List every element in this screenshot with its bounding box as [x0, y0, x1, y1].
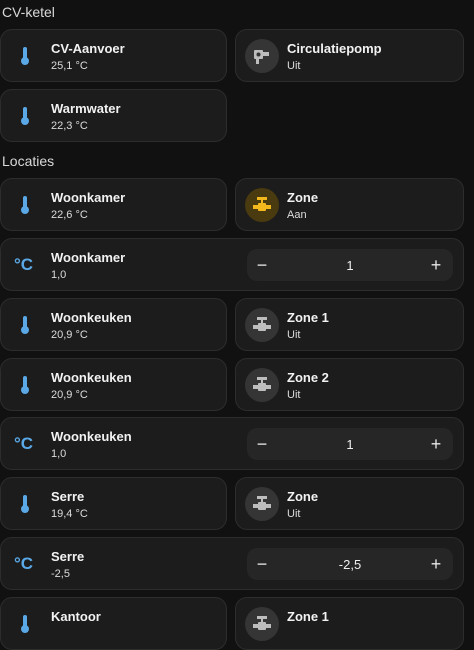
celsius-icon: °C	[14, 255, 34, 274]
card-name: Zone 2	[287, 370, 329, 385]
increment-button[interactable]: +	[421, 249, 451, 281]
valve-icon	[245, 607, 279, 641]
offset-stepper: − -2,5 +	[247, 548, 453, 580]
card-state: Uit	[287, 329, 301, 341]
card-woonkamer-zone[interactable]: Zone Aan	[235, 178, 464, 231]
card-cv-aanvoer[interactable]: CV-Aanvoer 25,1 °C	[0, 29, 227, 82]
card-name: Woonkamer	[51, 190, 126, 205]
thermometer-icon	[15, 374, 35, 396]
thermometer-icon	[15, 194, 35, 216]
card-name: Woonkeuken	[51, 429, 132, 444]
decrement-button[interactable]: −	[247, 428, 277, 460]
card-state: -2,5	[51, 568, 70, 580]
card-kantoor-temp[interactable]: Kantoor	[0, 597, 227, 650]
thermometer-icon	[15, 105, 35, 127]
card-woonkeuken-temp-1[interactable]: Woonkeuken 20,9 °C	[0, 298, 227, 351]
card-name: Woonkamer	[51, 250, 126, 265]
valve-icon	[245, 487, 279, 521]
offset-stepper: − 1 +	[247, 249, 453, 281]
thermometer-icon	[15, 493, 35, 515]
card-state: Uit	[287, 389, 301, 401]
valve-icon	[245, 188, 279, 222]
increment-button[interactable]: +	[421, 548, 451, 580]
stepper-value: -2,5	[338, 556, 362, 572]
thermometer-icon	[15, 613, 35, 635]
card-state: 25,1 °C	[51, 60, 88, 72]
card-name: Serre	[51, 489, 85, 504]
card-state: 1,0	[51, 448, 67, 460]
card-name: Woonkeuken	[51, 310, 132, 325]
stepper-value: 1	[346, 257, 354, 273]
card-state: Uit	[287, 508, 301, 520]
card-name: Zone	[287, 190, 319, 205]
card-name: Zone 1	[287, 609, 329, 624]
card-state: 20,9 °C	[51, 389, 88, 401]
card-circulatiepomp[interactable]: Circulatiepomp Uit	[235, 29, 464, 82]
card-serre-temp[interactable]: Serre 19,4 °C	[0, 477, 227, 530]
pump-icon	[245, 39, 279, 73]
stepper-value: 1	[346, 436, 354, 452]
thermometer-icon	[15, 314, 35, 336]
thermometer-icon	[15, 45, 35, 67]
card-name: Zone 1	[287, 310, 329, 325]
card-warmwater[interactable]: Warmwater 22,3 °C	[0, 89, 227, 142]
card-woonkamer-offset: °C Woonkamer 1,0 − 1 +	[0, 238, 464, 291]
card-name: Circulatiepomp	[287, 41, 382, 56]
card-woonkeuken-offset: °C Woonkeuken 1,0 − 1 +	[0, 417, 464, 470]
card-state: Aan	[287, 209, 307, 221]
card-name: Kantoor	[51, 609, 101, 624]
decrement-button[interactable]: −	[247, 548, 277, 580]
card-name: Serre	[51, 549, 85, 564]
increment-button[interactable]: +	[421, 428, 451, 460]
card-name: Woonkeuken	[51, 370, 132, 385]
card-state: 19,4 °C	[51, 508, 88, 520]
valve-icon	[245, 368, 279, 402]
card-name: Zone	[287, 489, 319, 504]
card-kantoor-zone[interactable]: Zone 1	[235, 597, 464, 650]
card-woonkeuken-temp-2[interactable]: Woonkeuken 20,9 °C	[0, 358, 227, 411]
card-name: Warmwater	[51, 101, 121, 116]
card-state: Uit	[287, 60, 301, 72]
card-state: 22,3 °C	[51, 120, 88, 132]
offset-stepper: − 1 +	[247, 428, 453, 460]
celsius-icon: °C	[14, 554, 34, 573]
card-state: 1,0	[51, 269, 67, 281]
decrement-button[interactable]: −	[247, 249, 277, 281]
card-woonkamer-temp[interactable]: Woonkamer 22,6 °C	[0, 178, 227, 231]
section-title-cv-ketel: CV-ketel	[2, 4, 55, 20]
card-serre-zone[interactable]: Zone Uit	[235, 477, 464, 530]
card-woonkeuken-zone-2[interactable]: Zone 2 Uit	[235, 358, 464, 411]
card-name: CV-Aanvoer	[51, 41, 125, 56]
card-serre-offset: °C Serre -2,5 − -2,5 +	[0, 537, 464, 590]
valve-icon	[245, 308, 279, 342]
section-title-locaties: Locaties	[2, 153, 55, 169]
card-state: 20,9 °C	[51, 329, 88, 341]
card-woonkeuken-zone-1[interactable]: Zone 1 Uit	[235, 298, 464, 351]
celsius-icon: °C	[14, 434, 34, 453]
card-state: 22,6 °C	[51, 209, 88, 221]
